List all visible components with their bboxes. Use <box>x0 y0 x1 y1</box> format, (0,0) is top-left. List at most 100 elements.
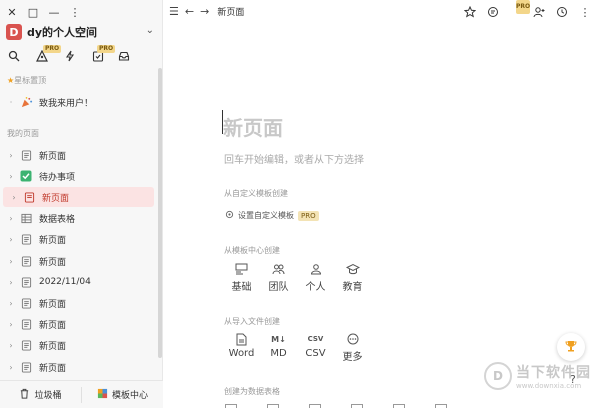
chevron-right-icon[interactable]: › <box>5 235 17 244</box>
csv-icon: CSV <box>307 335 324 343</box>
trash-button[interactable]: 垃圾桶 <box>0 388 81 402</box>
watermark-url: www.downxia.com <box>516 382 582 390</box>
word-icon <box>236 332 247 346</box>
editor-area: 新页面 回车开始编辑，或者从下方选择 从自定义模板创建 设置自定义模板 PRO … <box>163 26 600 408</box>
sidebar-item-label: 2022/11/04 <box>39 277 91 288</box>
template-option-label: 个人 <box>305 282 326 293</box>
template-center-heading: 从模板中心创建 <box>224 246 280 255</box>
page-icon <box>19 318 33 332</box>
template-option-basic[interactable]: 基础 <box>223 262 260 293</box>
sidebar-page-item[interactable]: › 新页面 <box>0 145 156 165</box>
template-center-options: 基础 团队 个人 教育 <box>223 262 371 293</box>
chevron-down-icon[interactable]: ⌄ <box>146 25 154 36</box>
custom-template-label: 设置自定义模板 <box>238 211 294 220</box>
sidebar-page-item[interactable]: › 新页面 <box>0 251 156 271</box>
menu-icon[interactable]: ☰ <box>169 5 179 18</box>
trophy-icon <box>564 339 578 356</box>
sidebar-page-item[interactable]: › 新页面 <box>0 230 156 250</box>
import-option-label: CSV <box>305 348 326 359</box>
sidebar-item-label: 新页面 <box>39 321 67 332</box>
import-option-markdown[interactable]: M↓ MD <box>260 332 297 363</box>
database-option-icon[interactable] <box>267 404 279 408</box>
ai-icon[interactable]: PRO <box>509 0 530 19</box>
share-user-icon[interactable] <box>532 5 546 19</box>
chevron-right-icon[interactable]: › <box>5 278 17 287</box>
sidebar-item-label: 新页面 <box>42 193 70 204</box>
database-option-icon[interactable] <box>309 404 321 408</box>
chevron-right-icon[interactable]: › <box>5 151 17 160</box>
sidebar-page-item[interactable]: › 新页面 <box>0 336 156 356</box>
comment-icon[interactable] <box>486 5 500 19</box>
chevron-right-icon[interactable]: › <box>5 341 17 350</box>
template-option-team[interactable]: 团队 <box>260 262 297 293</box>
import-option-label: Word <box>228 348 255 359</box>
help-button[interactable]: ? <box>570 373 576 386</box>
sidebar-item-label: 新页面 <box>39 151 67 162</box>
sidebar-page-item[interactable]: › 2022/11/04 <box>0 272 156 292</box>
template-center-button[interactable]: 模板中心 <box>82 388 163 402</box>
import-option-word[interactable]: Word <box>223 332 260 363</box>
import-option-label: 更多 <box>342 352 363 363</box>
sidebar-page-item[interactable]: › 新页面 <box>0 315 156 335</box>
breadcrumb[interactable]: 新页面 <box>217 5 244 18</box>
education-icon <box>345 262 360 276</box>
lightning-icon[interactable] <box>62 48 78 64</box>
database-option-icon[interactable] <box>225 404 237 408</box>
sidebar-page-item[interactable]: › 新页面 <box>3 187 154 208</box>
template-option-label: 基础 <box>231 282 252 293</box>
person-icon <box>310 262 322 276</box>
database-option-icon[interactable] <box>351 404 363 408</box>
template-option-personal[interactable]: 个人 <box>297 262 334 293</box>
template-option-education[interactable]: 教育 <box>334 262 371 293</box>
inbox-icon[interactable] <box>116 48 132 64</box>
star-icon[interactable] <box>463 5 477 19</box>
history-icon[interactable] <box>555 5 569 19</box>
chevron-right-icon[interactable]: › <box>5 214 17 223</box>
database-option-icon[interactable] <box>393 404 405 408</box>
pro-badge: PRO <box>43 45 62 53</box>
chevron-right-icon[interactable]: › <box>5 257 17 266</box>
sidebar-starred-item[interactable]: · 致我来用户！ <box>0 92 156 112</box>
checkbox-icon <box>19 169 33 183</box>
back-arrow-icon[interactable]: ← <box>185 5 194 18</box>
trophy-button[interactable] <box>557 333 585 361</box>
custom-template-link[interactable]: 设置自定义模板 PRO <box>225 210 319 221</box>
database-option-icon[interactable] <box>435 404 447 408</box>
chevron-right-icon[interactable]: › <box>5 320 17 329</box>
page-title-input[interactable]: 新页面 <box>223 112 283 141</box>
forward-arrow-icon[interactable]: → <box>200 5 209 18</box>
sidebar-page-item[interactable]: › 新页面 <box>0 357 156 377</box>
maximize-window-button[interactable]: □ <box>27 6 39 19</box>
sidebar-page-item[interactable]: › 待办事项 <box>0 166 156 186</box>
chevron-right-icon[interactable]: › <box>5 299 17 308</box>
sidebar-item-label: 待办事项 <box>39 172 76 183</box>
more-icon[interactable]: ⋮ <box>578 5 592 19</box>
workspace-switcher[interactable]: D dy的个人空间 ⌄ <box>6 22 158 42</box>
trash-label: 垃圾桶 <box>34 391 62 401</box>
database-options <box>225 404 447 408</box>
import-option-csv[interactable]: CSV CSV <box>297 332 334 363</box>
page-icon <box>22 190 36 204</box>
markdown-icon: M↓ <box>271 334 286 344</box>
sidebar-scrollbar[interactable] <box>158 68 162 358</box>
search-icon[interactable] <box>6 48 22 64</box>
close-window-button[interactable]: ✕ <box>6 6 18 19</box>
sidebar-page-item[interactable]: › 数据表格 <box>0 209 156 229</box>
page-icon <box>19 254 33 268</box>
import-heading: 从导入文件创建 <box>224 317 280 326</box>
starred-section-label: ★星标置顶 <box>7 76 47 85</box>
page-icon <box>19 360 33 374</box>
import-option-label: MD <box>270 348 287 359</box>
chevron-right-icon[interactable]: › <box>5 172 17 181</box>
sidebar-page-item[interactable]: › 新页面 <box>0 293 156 313</box>
editor-hint: 回车开始编辑，或者从下方选择 <box>224 155 364 166</box>
minimize-window-button[interactable]: — <box>48 6 60 19</box>
workspace-logo: D <box>6 24 22 40</box>
chevron-right-icon[interactable]: › <box>8 193 20 202</box>
import-option-more[interactable]: 更多 <box>334 332 371 363</box>
chevron-right-icon[interactable]: › <box>5 363 17 372</box>
more-menu-button[interactable]: ⋮ <box>69 6 81 19</box>
window-controls: ✕ □ — ⋮ <box>6 6 81 19</box>
page-icon <box>19 339 33 353</box>
more-icon <box>347 332 359 346</box>
